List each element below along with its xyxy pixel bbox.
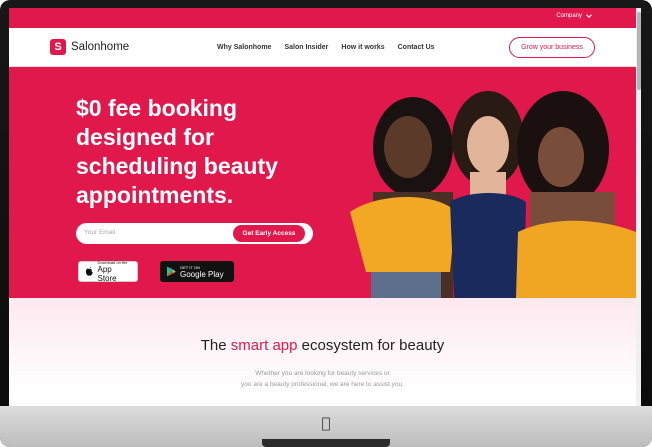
- title-prefix: The: [200, 337, 231, 354]
- google-play-badge[interactable]: GET IT ON Google Play: [160, 261, 234, 282]
- hero-headline: $0 fee booking designed for scheduling b…: [76, 94, 376, 210]
- app-store-text: Download on the App Store: [97, 260, 131, 283]
- app-store-big: App Store: [97, 265, 117, 283]
- company-dropdown[interactable]: Company: [556, 13, 592, 19]
- headline-line: scheduling beauty: [76, 153, 278, 179]
- scrollbar-thumb[interactable]: [637, 12, 641, 90]
- headline-line: $0 fee booking: [76, 95, 238, 121]
- title-highlight: smart app: [230, 337, 298, 354]
- get-early-access-button[interactable]: Get Early Access: [233, 225, 305, 242]
- monitor-stand: [262, 439, 390, 447]
- subtitle-line: you are a beauty professional, we are he…: [241, 381, 404, 388]
- browser-viewport: Company S Salonhome Why Salonhome Salon …: [9, 8, 641, 406]
- nav-item-how-it-works[interactable]: How it works: [341, 44, 384, 51]
- ecosystem-subtitle: Whether you are looking for beauty servi…: [9, 368, 636, 390]
- apple-icon: [85, 266, 93, 276]
- headline-line: appointments.: [76, 182, 234, 208]
- salonhome-logo[interactable]: S Salonhome: [50, 39, 129, 55]
- email-input[interactable]: Your Email: [84, 229, 115, 236]
- app-store-badge[interactable]: Download on the App Store: [78, 260, 138, 283]
- hero-photo-three-women: [338, 67, 636, 298]
- logo-mark: S: [50, 39, 66, 55]
- nav-item-why-salonhome[interactable]: Why Salonhome: [217, 44, 271, 51]
- hero-section: $0 fee booking designed for scheduling b…: [9, 67, 636, 298]
- top-strip: Company: [9, 8, 636, 28]
- chevron-down-icon: [586, 14, 592, 19]
- company-label: Company: [556, 13, 582, 19]
- apple-logo-icon: : [318, 414, 334, 432]
- grow-business-button[interactable]: Grow your business: [509, 37, 595, 58]
- nav-item-salon-insider[interactable]: Salon Insider: [284, 44, 328, 51]
- google-play-big: Google Play: [180, 269, 224, 279]
- title-suffix: ecosystem for beauty: [297, 337, 445, 354]
- nav-item-contact-us[interactable]: Contact Us: [398, 44, 435, 51]
- main-nav: S Salonhome Why Salonhome Salon Insider …: [9, 28, 636, 67]
- ecosystem-title: The smart app ecosystem for beauty: [9, 337, 636, 354]
- nav-menu: Why Salonhome Salon Insider How it works…: [217, 44, 435, 51]
- brand-name: Salonhome: [71, 41, 130, 53]
- google-play-icon: [167, 266, 176, 277]
- headline-line: designed for: [76, 124, 215, 150]
- monitor-bezel: Company S Salonhome Why Salonhome Salon …: [0, 0, 652, 447]
- google-play-text: GET IT ON Google Play: [180, 265, 224, 279]
- ecosystem-section: The smart app ecosystem for beauty Wheth…: [9, 298, 636, 406]
- email-signup-form: Your Email Get Early Access: [76, 223, 313, 244]
- subtitle-line: Whether you are looking for beauty servi…: [255, 370, 390, 377]
